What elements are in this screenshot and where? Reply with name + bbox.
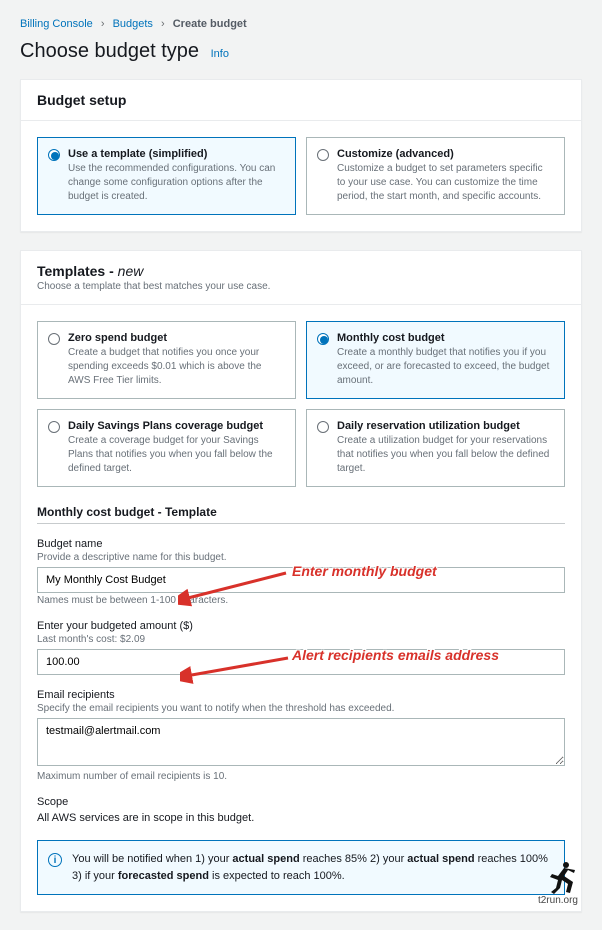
radio-savings-plans[interactable]: Daily Savings Plans coverage budget Crea… [37, 409, 296, 487]
field-constraint: Maximum number of email recipients is 10… [37, 771, 565, 782]
field-hint: Last month's cost: $2.09 [37, 634, 565, 645]
radio-desc: Customize a budget to set parameters spe… [337, 162, 552, 204]
scope-field: Scope All AWS services are in scope in t… [37, 796, 565, 824]
watermark: t2run.org [538, 895, 578, 906]
radio-use-template[interactable]: Use a template (simplified) Use the reco… [37, 137, 296, 215]
info-icon: i [48, 853, 62, 867]
page-title: Choose budget type Info [20, 40, 582, 63]
panel-header: Templates - new [37, 263, 565, 279]
radio-icon [48, 333, 60, 345]
field-hint: Provide a descriptive name for this budg… [37, 552, 565, 563]
radio-desc: Create a utilization budget for your res… [337, 434, 552, 476]
amount-input[interactable] [37, 649, 565, 675]
chevron-right-icon: › [161, 18, 165, 30]
radio-icon [317, 149, 329, 161]
breadcrumb-current: Create budget [173, 18, 247, 30]
radio-customize[interactable]: Customize (advanced) Customize a budget … [306, 137, 565, 215]
radio-desc: Create a monthly budget that notifies yo… [337, 346, 552, 388]
radio-desc: Create a budget that notifies you once y… [68, 346, 283, 388]
info-alert: i You will be notified when 1) your actu… [37, 840, 565, 895]
chevron-right-icon: › [101, 18, 105, 30]
radio-title: Customize (advanced) [337, 148, 552, 160]
radio-monthly-cost[interactable]: Monthly cost budget Create a monthly bud… [306, 321, 565, 399]
radio-title: Monthly cost budget [337, 332, 552, 344]
field-constraint: Names must be between 1-100 characters. [37, 595, 565, 606]
radio-title: Use a template (simplified) [68, 148, 283, 160]
info-link[interactable]: Info [211, 48, 229, 60]
radio-title: Daily reservation utilization budget [337, 420, 552, 432]
radio-icon [48, 421, 60, 433]
recipients-field: Email recipients Specify the email recip… [37, 689, 565, 782]
breadcrumb-root[interactable]: Billing Console [20, 18, 93, 30]
panel-desc: Choose a template that best matches your… [37, 281, 565, 292]
radio-desc: Use the recommended configurations. You … [68, 162, 283, 204]
radio-zero-spend[interactable]: Zero spend budget Create a budget that n… [37, 321, 296, 399]
radio-title: Zero spend budget [68, 332, 283, 344]
breadcrumb-mid[interactable]: Budgets [113, 18, 153, 30]
panel-header: Budget setup [21, 80, 581, 121]
recipients-textarea[interactable] [37, 718, 565, 766]
field-hint: Specify the email recipients you want to… [37, 703, 565, 714]
radio-desc: Create a coverage budget for your Saving… [68, 434, 283, 476]
budget-name-input[interactable] [37, 567, 565, 593]
scope-text: All AWS services are in scope in this bu… [37, 812, 565, 824]
budget-setup-panel: Budget setup Use a template (simplified)… [20, 79, 582, 232]
radio-icon [48, 149, 60, 161]
radio-title: Daily Savings Plans coverage budget [68, 420, 283, 432]
field-label: Enter your budgeted amount ($) [37, 620, 565, 632]
field-label: Email recipients [37, 689, 565, 701]
section-title: Monthly cost budget - Template [37, 505, 565, 524]
radio-icon [317, 421, 329, 433]
templates-panel: Templates - new Choose a template that b… [20, 250, 582, 912]
amount-field: Enter your budgeted amount ($) Last mont… [37, 620, 565, 675]
breadcrumb: Billing Console › Budgets › Create budge… [20, 18, 582, 30]
radio-reservation-utilization[interactable]: Daily reservation utilization budget Cre… [306, 409, 565, 487]
radio-icon [317, 333, 329, 345]
field-label: Budget name [37, 538, 565, 550]
budget-name-field: Budget name Provide a descriptive name f… [37, 538, 565, 606]
field-label: Scope [37, 796, 565, 808]
